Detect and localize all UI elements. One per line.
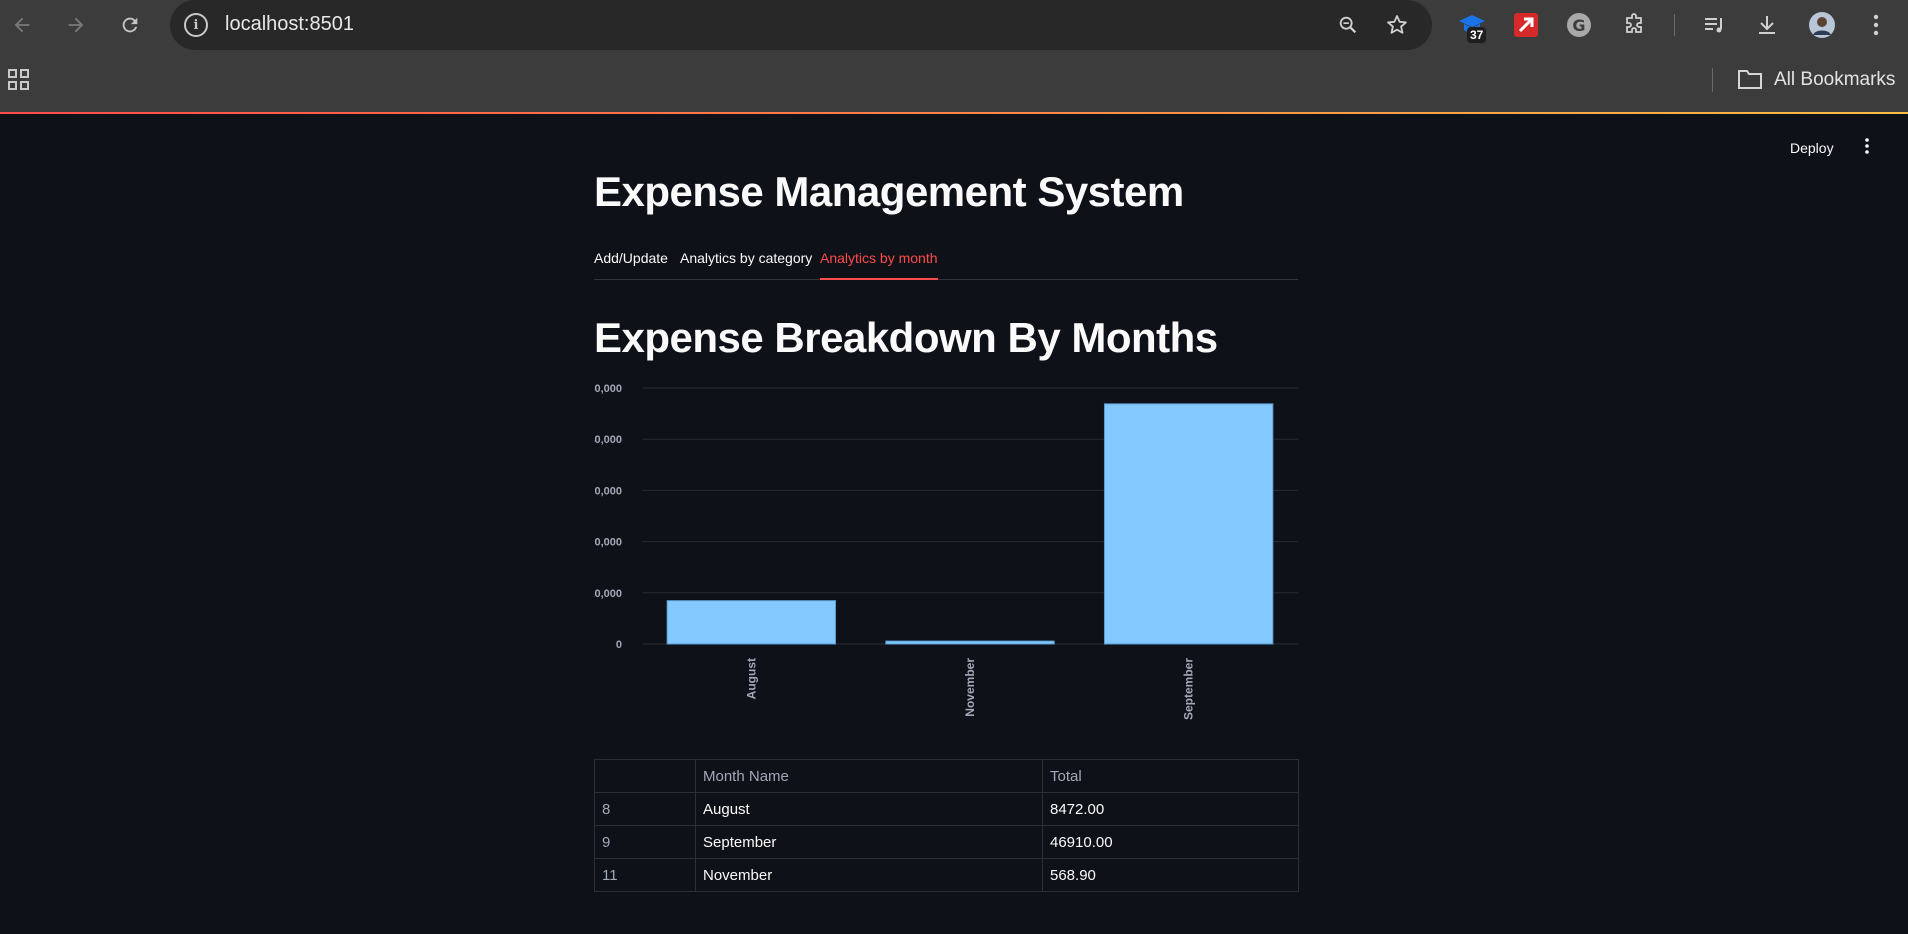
grammarly-extension-icon[interactable]: G [1564,10,1594,40]
y-tick-label: 50,000 [594,383,622,395]
y-tick-label: 30,000 [594,485,622,497]
site-info-icon[interactable]: i [184,13,208,37]
row-index: 8 [594,792,696,826]
extension-badge: 37 [1467,27,1487,43]
data-table: Month Name Total 8 August 8472.00 9 Sept… [594,759,1299,892]
row-index: 9 [594,825,696,859]
tab-add-update[interactable]: Add/Update [594,250,668,280]
bar [1103,403,1274,645]
bookmarks-divider [1712,68,1713,92]
reload-icon[interactable] [114,9,146,41]
y-tick-label: 20,000 [594,537,622,549]
month-cell[interactable]: September [695,825,1043,859]
folder-icon[interactable] [1737,68,1763,95]
toolbar-divider [1674,14,1675,36]
y-tick-label: 0 [616,639,622,651]
y-tick-label: 10,000 [594,588,622,600]
app-header-decoration [0,112,1908,114]
back-arrow-icon[interactable] [6,9,38,41]
bar [885,640,1055,645]
x-tick-label: November [963,658,977,717]
x-tick-label: September [1182,658,1196,720]
extensions-puzzle-icon[interactable] [1619,10,1649,40]
y-tick-label: 40,000 [594,434,622,446]
page-title: Expense Management System [594,168,1184,215]
tab-analytics-by-month[interactable]: Analytics by month [820,250,938,280]
forward-arrow-icon[interactable] [60,9,92,41]
apps-grid-icon[interactable] [8,69,30,96]
row-index: 11 [594,858,696,892]
media-control-icon[interactable] [1699,10,1729,40]
bookmark-star-icon[interactable] [1384,12,1410,38]
total-cell[interactable]: 46910.00 [1042,825,1299,859]
url-text: localhost:8501 [225,13,354,35]
month-name-header[interactable]: Month Name [695,759,1043,793]
arrow-extension-icon[interactable] [1511,10,1541,40]
bar-chart: 0 10,000 20,000 30,000 40,000 50,000 August Nov… [594,383,1298,720]
svg-text:G: G [1572,16,1585,35]
address-bar[interactable]: i localhost:8501 [170,0,1432,50]
month-cell[interactable]: August [695,792,1043,826]
tab-list: Add/Update Analytics by category Analyti… [594,250,1298,280]
total-cell[interactable]: 568.90 [1042,858,1299,892]
download-icon[interactable] [1752,10,1782,40]
chrome-menu-icon[interactable] [1861,10,1891,40]
table-row: 9 September 46910.00 [594,825,1299,859]
zoom-icon[interactable] [1335,12,1361,38]
table-row: 11 November 568.90 [594,858,1299,892]
total-cell[interactable]: 8472.00 [1042,792,1299,826]
index-header [594,759,696,793]
table-row: 8 August 8472.00 [594,792,1299,826]
bookmarks-bar [0,50,1908,112]
bar [666,600,837,645]
month-cell[interactable]: November [695,858,1043,892]
total-header[interactable]: Total [1042,759,1299,793]
table-header-row: Month Name Total [594,759,1299,793]
x-tick-label: August [744,658,758,699]
deploy-button[interactable]: Deploy [1790,140,1834,156]
all-bookmarks-label[interactable]: All Bookmarks [1774,69,1895,91]
tab-analytics-by-category[interactable]: Analytics by category [680,250,812,280]
section-title: Expense Breakdown By Months [594,314,1218,361]
main-menu-icon[interactable] [1864,138,1870,159]
profile-avatar[interactable] [1807,10,1837,40]
